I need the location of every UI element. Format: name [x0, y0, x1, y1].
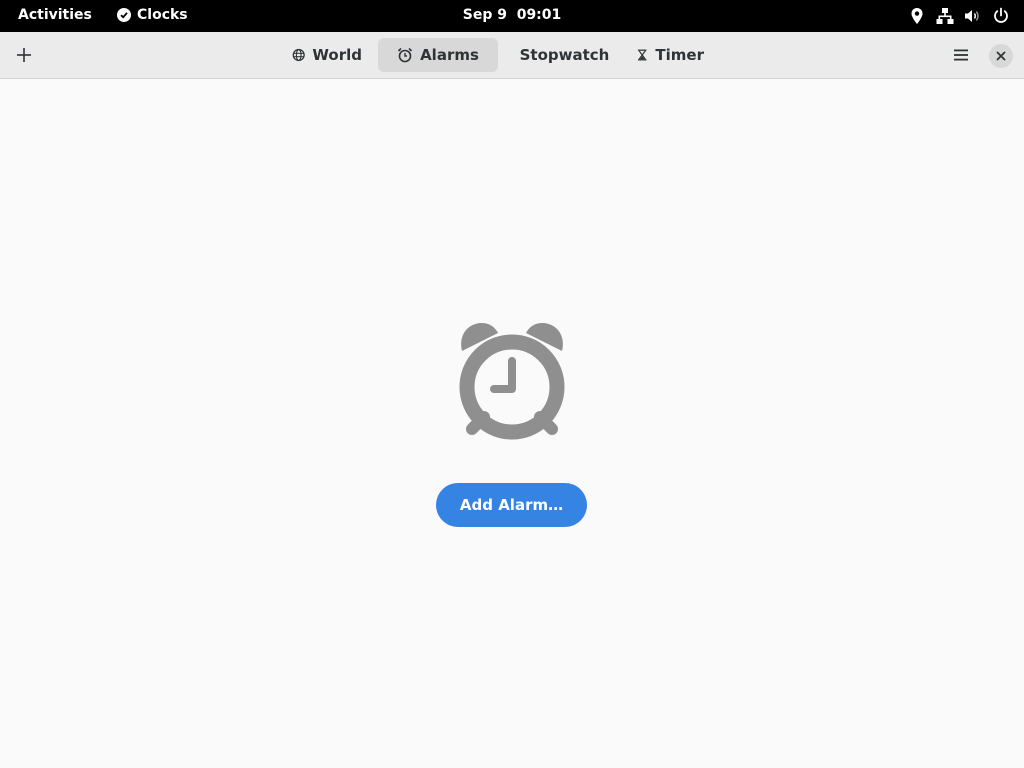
status-area[interactable]	[908, 7, 1010, 25]
app-menu[interactable]: Clocks	[117, 7, 188, 23]
alarm-icon	[398, 47, 413, 63]
tab-world-label: World	[312, 46, 362, 64]
clocks-app-icon	[117, 8, 131, 22]
close-button[interactable]	[989, 44, 1013, 68]
tab-stopwatch[interactable]: Stopwatch	[502, 38, 620, 72]
tab-alarms[interactable]: Alarms	[378, 38, 498, 72]
activities-button[interactable]: Activities	[18, 7, 92, 23]
main-menu-button[interactable]	[945, 39, 977, 71]
tab-world[interactable]: World	[280, 38, 374, 72]
alarm-clock-icon	[459, 323, 565, 440]
globe-icon	[292, 48, 305, 62]
tab-alarms-label: Alarms	[420, 46, 479, 64]
location-icon	[911, 8, 923, 24]
alarms-page: Add Alarm…	[0, 79, 1024, 768]
tab-timer[interactable]: Timer	[624, 38, 716, 72]
add-button[interactable]	[8, 39, 40, 71]
add-alarm-button[interactable]: Add Alarm…	[436, 483, 587, 527]
app-name: Clocks	[137, 7, 188, 23]
tab-timer-label: Timer	[655, 46, 704, 64]
network-icon	[936, 8, 954, 24]
close-icon	[996, 51, 1006, 61]
top-bar: Activities Clocks Sep 9 09:01	[0, 0, 1024, 32]
date-time[interactable]: Sep 9 09:01	[463, 7, 562, 23]
tab-stopwatch-label: Stopwatch	[519, 46, 610, 64]
hourglass-icon	[637, 49, 647, 61]
plus-icon	[17, 48, 31, 62]
view-switcher: World Alarms Stopwatch Timer	[280, 38, 716, 72]
hamburger-menu-icon	[954, 49, 968, 61]
header-bar: World Alarms Stopwatch Timer	[0, 32, 1024, 79]
power-icon	[994, 7, 1008, 23]
volume-icon	[965, 10, 979, 22]
